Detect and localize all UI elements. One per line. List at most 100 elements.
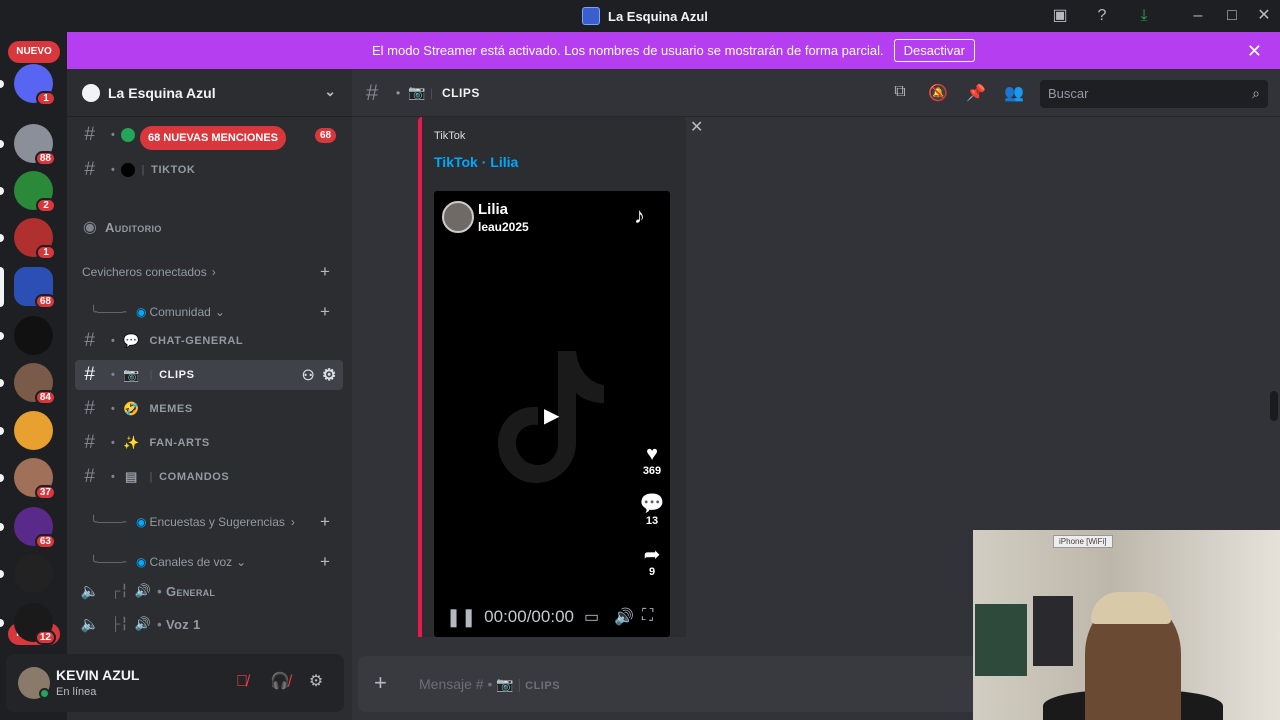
add-channel-icon[interactable]: + xyxy=(320,302,330,322)
author-handle[interactable]: leau2025 xyxy=(478,220,529,234)
blue-circle-icon: ◉ xyxy=(135,305,147,319)
unread-indicator xyxy=(0,619,4,627)
server-icon[interactable]: 1 xyxy=(14,218,56,260)
speech-bubble-icon: 💬 xyxy=(123,333,140,348)
minimize-icon[interactable]: – xyxy=(1188,6,1208,26)
member-list-icon[interactable]: 👥 xyxy=(1004,83,1024,103)
unread-indicator xyxy=(0,379,4,387)
channel-label: TIKTOK xyxy=(151,164,196,176)
new-mentions-pill[interactable]: 68 NUEVAS MENCIONES xyxy=(140,126,286,150)
server-icon[interactable]: 63 xyxy=(14,507,56,549)
embed-title-link[interactable]: TikTok · Lilia xyxy=(434,154,518,170)
server-icon[interactable] xyxy=(14,316,53,355)
mention-badge: 68 xyxy=(34,294,56,309)
channel-clips[interactable]: # • 📷 | CLIPS ⚇ ⚙ xyxy=(75,360,343,390)
hash-icon: # xyxy=(84,330,96,351)
channel-tiktok[interactable]: # • | TIKTOK xyxy=(75,155,343,185)
user-status: En línea xyxy=(56,686,97,698)
streamer-mode-banner: El modo Streamer está activado. Los nomb… xyxy=(67,32,1280,69)
add-channel-icon[interactable]: + xyxy=(320,512,330,532)
voice-channel-general[interactable]: 🔈 ┌╎ 🔊 • General xyxy=(75,576,343,606)
invite-icon[interactable]: ⚇ xyxy=(302,367,315,384)
server-icon[interactable]: 12 xyxy=(14,603,56,645)
app-icon xyxy=(582,7,600,25)
like-action[interactable]: ♥ 369 xyxy=(638,443,666,477)
user-settings-gear-icon[interactable]: ⚙ xyxy=(304,670,328,694)
mention-badge: 2 xyxy=(36,198,56,213)
inbox-icon[interactable]: ▣ xyxy=(1050,6,1070,26)
new-pill[interactable]: NUEVO xyxy=(8,41,60,63)
mention-badge: 88 xyxy=(34,151,56,166)
category-connected[interactable]: Cevicheros conectados › + xyxy=(82,262,330,281)
channel-comandos[interactable]: # • ▤ | COMANDOS xyxy=(75,462,343,492)
message-composer[interactable]: + Mensaje # • 📷 | CLIPS xyxy=(358,656,988,712)
scrollbar[interactable] xyxy=(1270,391,1278,421)
volume-icon[interactable]: 🔊 xyxy=(614,607,634,627)
voice-channel-voz-1[interactable]: 🔈 ├╎ 🔊 • Voz 1 xyxy=(75,609,343,639)
embed-provider[interactable]: TikTok xyxy=(434,130,465,142)
server-icon[interactable]: 1 xyxy=(14,64,56,106)
fullscreen-icon[interactable]: ⛶ xyxy=(642,607,653,625)
mic-muted-icon[interactable]: 🎙̸ xyxy=(230,670,254,694)
camera-icon: 📷 xyxy=(496,676,514,692)
stage-auditorio[interactable]: ◉ Auditorio xyxy=(75,212,343,242)
voice-channel-label: General xyxy=(166,583,216,599)
add-channel-icon[interactable]: + xyxy=(320,552,330,572)
heart-icon: ♥ xyxy=(646,443,658,465)
deafen-icon[interactable]: 🎧̸ xyxy=(268,670,292,694)
pause-icon[interactable]: ❚❚ xyxy=(446,607,476,628)
server-icon[interactable]: 2 xyxy=(14,171,56,213)
server-icon[interactable]: 68 xyxy=(14,267,56,309)
username[interactable]: KEVIN AZUL xyxy=(56,667,139,683)
deactivate-button[interactable]: Desactivar xyxy=(893,39,975,62)
video-time: 00:00/00:00 xyxy=(484,607,574,626)
play-icon[interactable]: ▶ xyxy=(544,403,559,428)
server-icon[interactable]: 88 xyxy=(14,124,56,166)
category-label: Encuestas y Sugerencias xyxy=(149,515,285,529)
share-icon: ➦ xyxy=(643,544,661,566)
speaker-icon: 🔈 xyxy=(80,583,100,600)
hash-icon: # xyxy=(84,124,96,145)
maximize-icon[interactable]: □ xyxy=(1222,6,1242,26)
gear-icon[interactable]: ⚙ xyxy=(322,365,337,385)
category-encuestas[interactable]: ╰───╴ ◉ Encuestas y Sugerencias › + xyxy=(82,512,330,531)
search-input[interactable]: Buscar ⌕ xyxy=(1040,80,1268,108)
server-icon[interactable]: 37 xyxy=(14,458,56,500)
tiktok-embed: TikTok TikTok · Lilia ✕ Lilia leau2025 ♪… xyxy=(418,117,703,637)
hash-icon: # xyxy=(84,432,96,453)
add-channel-icon[interactable]: + xyxy=(320,262,330,282)
channel-fan-arts[interactable]: # • ✨ FAN-ARTS xyxy=(75,428,343,458)
stage-label: Auditorio xyxy=(105,219,162,235)
download-icon[interactable]: ⤓ xyxy=(1134,6,1154,26)
author-avatar[interactable] xyxy=(442,201,474,233)
notifications-muted-icon[interactable]: 🔕 xyxy=(928,83,948,103)
online-status-dot xyxy=(39,688,50,699)
category-comunidad[interactable]: ╰───╴ ◉ Comunidad ⌄ + xyxy=(82,302,330,321)
guild-header[interactable]: La Esquina Azul ⌄ xyxy=(67,69,352,117)
channel-chat-general[interactable]: # • 💬 CHAT-GENERAL xyxy=(75,326,343,356)
mention-badge: 84 xyxy=(34,390,56,405)
video-player[interactable]: Lilia leau2025 ♪ ▶ ♥ 369 💬 13 ➦ 9 ❚❚ 00:… xyxy=(434,191,670,637)
hash-icon: # xyxy=(84,364,96,385)
author-name[interactable]: Lilia xyxy=(478,201,508,218)
category-voz[interactable]: ╰───╴ ◉ Canales de voz ⌄ + xyxy=(82,552,330,571)
close-window-icon[interactable]: ✕ xyxy=(1254,6,1274,26)
server-icon[interactable] xyxy=(14,411,53,450)
attach-icon[interactable]: + xyxy=(374,670,387,696)
close-embed-icon[interactable]: ✕ xyxy=(690,117,703,137)
channel-memes[interactable]: # • 🤣 MEMES xyxy=(75,394,343,424)
title-bar: La Esquina Azul ▣ ? ⤓ – □ ✕ xyxy=(0,0,1280,32)
threads-icon[interactable]: ⧉ xyxy=(890,83,910,103)
comment-action[interactable]: 💬 13 xyxy=(638,493,666,527)
close-banner-icon[interactable]: ✕ xyxy=(1247,41,1262,62)
share-action[interactable]: ➦ 9 xyxy=(638,544,666,578)
pin-icon[interactable]: 📌 xyxy=(966,83,986,103)
black-circle-icon xyxy=(121,163,136,177)
server-icon[interactable] xyxy=(14,554,53,593)
help-icon[interactable]: ? xyxy=(1092,6,1112,26)
mention-badge: 1 xyxy=(36,91,56,106)
chevron-down-icon[interactable]: ⌄ xyxy=(324,83,336,100)
captions-icon[interactable]: ▭ xyxy=(584,607,599,627)
blue-circle-icon: ◉ xyxy=(135,515,147,529)
server-icon[interactable]: 84 xyxy=(14,363,56,405)
